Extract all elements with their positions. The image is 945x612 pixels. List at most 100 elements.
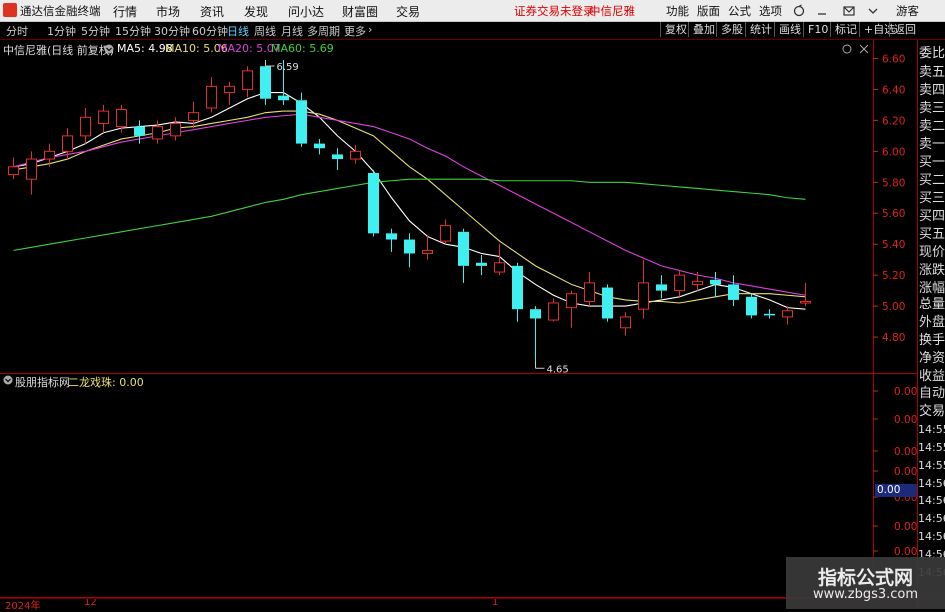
candle-body [566,293,577,309]
annotation-high: 6.59 [277,62,299,73]
candle [242,66,253,98]
candle [710,272,721,297]
login-status[interactable]: 证券交易未登录 [514,3,595,19]
quote-label: 收益 [919,369,945,384]
overlay-button[interactable]: 叠加 [688,22,719,37]
menu-options[interactable]: 选项 [759,3,782,19]
candle [368,169,379,237]
trade-time: 14:55 [918,423,945,436]
indicator-toggle-icon[interactable] [3,375,13,385]
candle-body [494,262,505,273]
candle-body [188,112,199,121]
candle-body [404,239,415,254]
candle-body [206,85,217,109]
back-button[interactable]: 返回 [889,22,920,37]
candle [584,272,595,307]
menu-formula[interactable]: 公式 [728,3,751,19]
candle [674,270,685,297]
candle-body [530,309,541,319]
candle-body [638,282,649,310]
indicator-tick-label: 0.00 [894,466,917,478]
quote-label: 交易 [919,404,945,419]
quote-label: 买二 [919,173,945,188]
period-more[interactable]: 更多 [344,23,366,39]
period-weekly[interactable]: 周线 [254,23,276,39]
multistock-button[interactable]: 多股 [716,22,747,37]
indicator-value: 二龙戏珠: 0.00 [68,376,144,389]
annotation-low: 4.65 [547,364,569,375]
period-15min[interactable]: 15分钟 [115,23,151,39]
candle-body [710,279,721,285]
candle-body [440,225,451,242]
menu-market[interactable]: 市场 [156,3,180,20]
dropdown-icon[interactable] [866,4,880,18]
indicator-cursor-value: 0.00 [877,484,901,496]
candle [692,272,703,291]
candle-body [656,284,667,291]
quote-label: 现价 [919,245,945,260]
candle [332,148,343,170]
candle-body [584,282,595,302]
candle [566,290,577,328]
candle-body [296,100,307,144]
mark-button[interactable]: 标记 [830,22,861,37]
candlestick-chart[interactable]: 4.80 5.00 5.20 5.40 5.60 5.80 6.00 6.20 6.40 6.60… [0,40,918,609]
period-60min[interactable]: 60分钟 [192,23,228,39]
candle [620,312,631,336]
price-tick-label: 6.40 [882,84,905,96]
watermark-url: www.zbgs3.com [812,587,919,602]
candle-body [602,287,613,319]
draw-button[interactable]: 画线 [774,22,805,37]
candle-body [458,231,469,266]
quote-label: 卖四 [919,83,945,98]
menu-news[interactable]: 资讯 [200,3,224,20]
period-1min[interactable]: 1分钟 [47,23,76,39]
menu-ask[interactable]: 问小达 [288,3,324,20]
refresh-icon[interactable] [792,4,806,18]
indicator-name: 股朋指标网 [15,376,70,389]
menu-wealth[interactable]: 财富圈 [342,3,378,20]
candle-body [746,296,757,316]
quote-label: 买五 [919,227,945,242]
trade-time: 14:56 [918,512,945,525]
candle [314,138,325,155]
ma-line-ma20 [13,113,806,296]
period-5min[interactable]: 5分钟 [81,23,110,39]
candle-body [314,143,325,149]
price-tick-label: 5.60 [882,208,905,220]
price-tick-label: 6.00 [882,146,905,158]
indicator-tick-label: 0.00 [894,521,917,533]
watermark-title: 指标公式网 [817,567,913,589]
menu-layout[interactable]: 版面 [697,3,720,19]
candle [404,233,415,268]
candle-body [98,110,109,124]
chevron-right-icon[interactable]: › [368,23,372,36]
candle-body [782,310,793,318]
trade-time: 14:55 [918,441,945,454]
period-intraday[interactable]: 分时 [6,23,28,39]
period-monthly[interactable]: 月线 [281,23,303,39]
title-bar: 通达信金融终端 行情 市场 资讯 发现 问小达 财富圈 交易 证券交易未登录 中… [0,0,945,22]
indicator-tick-label: 0.00 [894,414,917,426]
candle-body [422,249,433,254]
minimize-icon[interactable] [815,4,829,18]
candle-body [260,66,271,99]
mail-icon[interactable] [842,4,856,18]
menu-discover[interactable]: 发现 [244,3,268,20]
f10-button[interactable]: F10 [803,22,832,37]
candle-body [44,150,55,160]
quote-label: 换手 [919,333,945,348]
adjust-button[interactable]: 复权 [660,22,691,37]
period-daily[interactable]: 日线 [227,23,249,39]
candle-body [386,233,397,240]
period-multi[interactable]: 多周期 [307,23,340,39]
menu-trade[interactable]: 交易 [396,3,420,20]
price-tick-label: 5.20 [882,270,905,282]
stats-button[interactable]: 统计 [745,22,776,37]
candle [224,81,235,105]
menu-function[interactable]: 功能 [666,3,689,19]
menu-market-quotes[interactable]: 行情 [113,3,137,20]
user-guest[interactable]: 游客 [896,3,919,19]
period-30min[interactable]: 30分钟 [154,23,190,39]
candle-body [80,116,91,137]
